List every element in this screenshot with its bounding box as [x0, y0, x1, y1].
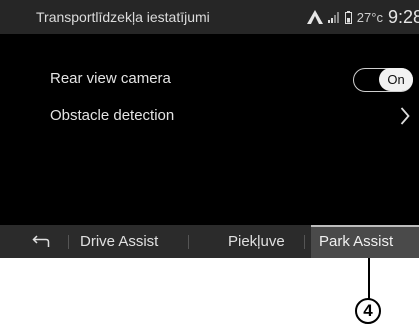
rear-view-camera-label[interactable]: Rear view camera	[50, 70, 171, 87]
page-title: Transportlīdzekļa iestatījumi	[36, 9, 210, 25]
tab-separator	[68, 235, 69, 249]
bottom-tab-bar: Drive Assist Piekļuve Park Assist	[0, 225, 419, 258]
tab-piekluve[interactable]: Piekļuve	[228, 225, 285, 258]
temperature: 27°c	[356, 9, 383, 25]
signal-icon	[327, 11, 339, 23]
status-indicators: 27°c 9:28	[306, 6, 419, 28]
obstacle-detection-label[interactable]: Obstacle detection	[50, 107, 174, 124]
tab-park-assist[interactable]: Park Assist	[311, 225, 419, 258]
battery-icon	[344, 10, 352, 24]
navigation-a-icon	[306, 10, 323, 24]
callout-leader-line	[368, 258, 370, 300]
tab-separator	[188, 235, 189, 249]
tab-drive-assist[interactable]: Drive Assist	[80, 225, 158, 258]
tab-park-assist-label: Park Assist	[319, 233, 394, 250]
status-bar: Transportlīdzekļa iestatījumi 27°c 9:28	[0, 0, 419, 34]
chevron-right-icon[interactable]	[400, 107, 410, 125]
tab-separator	[304, 235, 305, 249]
car-settings-screen: Transportlīdzekļa iestatījumi 27°c 9:28 …	[0, 0, 419, 258]
clock: 9:28	[387, 6, 419, 27]
callout-number: 4	[355, 298, 381, 324]
rear-view-camera-toggle[interactable]: On	[353, 68, 413, 92]
toggle-knob: On	[379, 68, 413, 91]
back-arrow-icon[interactable]	[32, 235, 50, 248]
